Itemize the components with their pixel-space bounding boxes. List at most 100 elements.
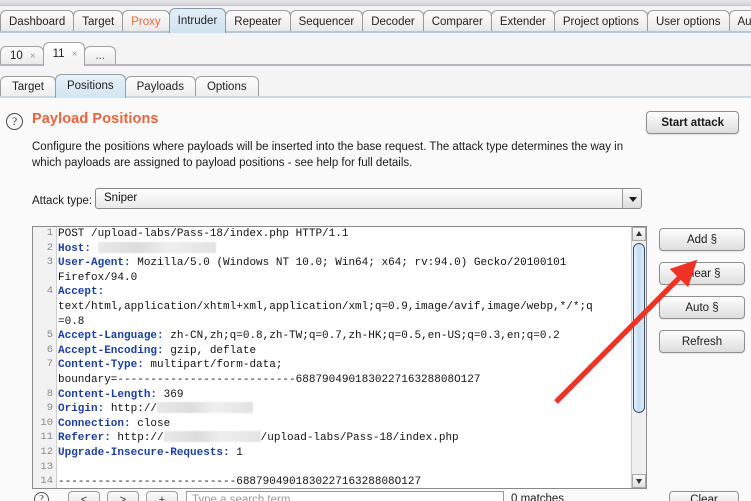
menu-strip [0,0,751,6]
main-tab-extender[interactable]: Extender [490,10,555,33]
request-line: Origin: http:// [58,402,630,417]
line-number: 3 [46,256,53,269]
line-number: 1 [46,227,53,239]
search-prev-button[interactable]: < [68,491,100,501]
attack-tab-moremoremore[interactable]: ... [84,46,117,66]
page-description: Configure the positions where payloads w… [32,141,624,169]
editor-search-bar: ? < > + Type a search term 0 matches Cle… [0,490,751,501]
refresh-button[interactable]: Refresh [659,330,745,353]
main-tab-sequencer[interactable]: Sequencer [289,10,364,33]
scroll-down-icon[interactable] [632,474,646,488]
request-line: Connection: close [58,417,630,432]
line-number: 5 [46,329,53,342]
line-number: 14 [40,475,53,488]
intruder-tab-target[interactable]: Target [0,76,56,98]
auto-button[interactable]: Auto § [659,296,745,319]
scroll-up-icon[interactable] [632,227,646,241]
match-count: 0 matches [511,493,565,501]
request-line: POST /upload-labs/Pass-18/index.php HTTP… [58,227,630,242]
attack-type-select[interactable]: Sniper [95,188,642,209]
main-tab-target[interactable]: Target [73,10,124,33]
attack-tab-bar: 10 × 11 ×... [0,40,751,66]
header-name: Host: [58,242,92,255]
request-text-segment: 1 [229,446,243,459]
request-text-segment: gzip, deflate [163,344,257,357]
line-number: 11 [40,431,53,444]
footer-help-icon[interactable]: ? [34,492,49,501]
request-line: Host: [58,241,630,257]
request-text-segment: http:// [104,403,158,416]
main-tab-bar: Dashboard Target Proxy Intruder Repeater Sequ… [0,7,751,33]
close-icon[interactable]: × [30,47,36,66]
add-button[interactable]: Add § [659,228,745,251]
request-text-segment: /upload-labs/Pass-18/index.php [260,432,459,445]
header-name: Accept: [58,286,105,299]
main-tab-authz[interactable]: Authz [728,10,751,33]
main-tab-dashboard[interactable]: Dashboard [0,10,75,33]
request-text-segment: close [130,417,171,430]
line-number: 10 [40,416,53,429]
request-line: Content-Length: 369 [58,388,630,403]
request-text-segment: zh-CN,zh;q=0.8,zh-TW;q=0.7,zh-HK;q=0.5,e… [163,330,560,343]
scrollbar-thumb[interactable] [633,243,645,413]
search-input[interactable]: Type a search term [186,491,504,501]
main-tab-comparer[interactable]: Comparer [422,10,492,33]
page-title: Payload Positions [32,111,159,127]
line-number: 12 [40,446,53,458]
help-icon[interactable]: ? [6,113,23,130]
request-line: =0.8 [58,315,630,330]
request-text-segment: boundary=---------------------------6887… [58,373,481,386]
line-number: 4 [46,285,53,298]
close-icon[interactable]: × [72,43,78,66]
intruder-tab-positions[interactable]: Positions [54,74,126,98]
attack-tab-10[interactable]: 10 × [0,46,44,66]
main-tab-decoder[interactable]: Decoder [362,10,424,33]
main-tab-user-options[interactable]: User options [646,10,730,33]
request-line: Accept: [58,285,630,300]
attack-tab-11[interactable]: 11 × [42,42,86,66]
search-add-button[interactable]: + [146,491,178,501]
line-number: 6 [46,343,53,356]
request-text[interactable]: POST /upload-labs/Pass-18/index.php HTTP… [58,227,630,488]
request-editor[interactable]: 1 2 3 4 5 6 7 8 9 10 11 12 13 14 POST /upload-labs/Pa… [32,226,647,489]
clear-button[interactable]: Clear § [659,262,745,285]
request-text-segment: http:// [110,432,164,445]
line-number: 7 [46,358,53,371]
request-text-segment: text/html,application/xhtml+xml,applicat… [58,300,593,313]
intruder-tab-options[interactable]: Options [194,76,259,98]
header-name: Accept-Encoding: [58,344,164,357]
attack-type-value: Sniper [104,192,138,204]
attack-tab-label: 11 [52,48,65,60]
menu-ghost-item [10,0,13,5]
main-tab-proxy[interactable]: Proxy [122,10,170,33]
intruder-tab-payloads[interactable]: Payloads [124,76,196,98]
request-line: Referer: http:// /upload-labs/Pass-18/ind… [58,431,630,446]
request-text-segment: ---------------------------6887904901830… [58,476,422,488]
line-number-gutter: 1 2 3 4 5 6 7 8 9 10 11 12 13 14 [33,227,57,488]
chevron-down-icon[interactable] [622,189,641,208]
line-number: 2 [46,241,53,254]
request-text-segment: 369 [157,388,184,401]
request-text-segment: =0.8 [58,315,85,328]
main-tab-repeater[interactable]: Repeater [225,10,291,33]
request-line: Accept-Language: zh-CN,zh;q=0.8,zh-TW;q=… [58,329,630,344]
attack-tab-label: 10 [10,50,23,62]
header-name: Connection: [58,417,131,430]
clear-search-button[interactable]: Clear [669,491,739,501]
main-tab-project-options[interactable]: Project options [553,10,648,33]
redacted-value [157,402,254,414]
header-name: User-Agent: [58,257,131,270]
editor-scrollbar[interactable] [631,227,646,488]
line-number: 8 [46,387,53,400]
search-next-button[interactable]: > [107,491,139,501]
request-line: text/html,application/xhtml+xml,applicat… [58,300,630,315]
redacted-value [97,241,216,253]
positions-button-column: Add § Clear § Auto § Refresh [659,228,751,364]
request-text-segment [91,243,98,255]
attack-type-label: Attack type: [32,195,93,207]
intruder-tab-bar: Target Positions Payloads Options [0,72,751,98]
request-line: Accept-Encoding: gzip, deflate [58,344,630,359]
main-tab-intruder[interactable]: Intruder [168,8,227,33]
start-attack-button[interactable]: Start attack [646,111,739,134]
line-number: 13 [40,460,53,473]
